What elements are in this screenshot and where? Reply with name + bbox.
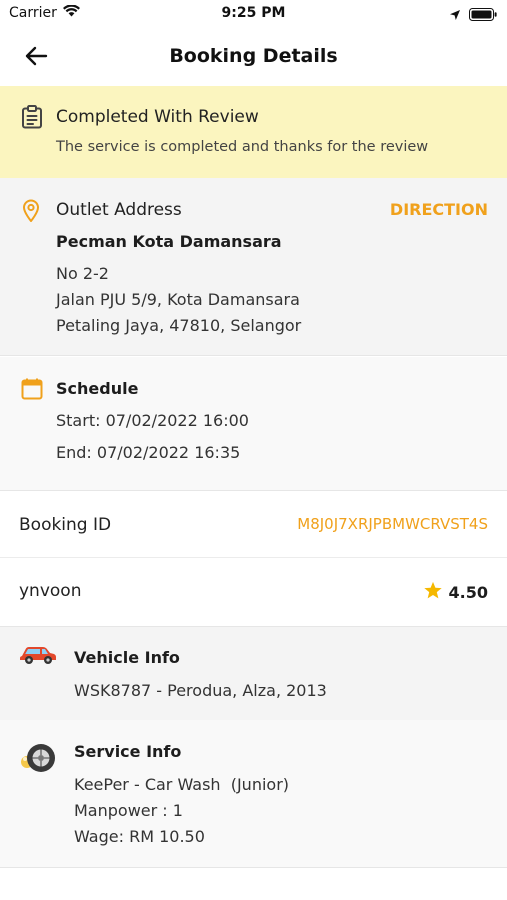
wifi-icon [62,4,80,21]
service-manpower: Manpower : 1 [74,801,183,820]
customer-row: ynvoon 4.50 [0,559,507,625]
status-message: The service is completed and thanks for … [56,139,429,155]
vehicle-details: WSK8787 - Perodua, Alza, 2013 [74,681,327,700]
schedule-end: End: 07/02/2022 16:35 [56,443,241,462]
outlet-label: Outlet Address [56,200,182,220]
schedule-label: Schedule [56,379,139,398]
page-title: Booking Details [169,45,338,67]
service-wage: Wage: RM 10.50 [74,827,205,846]
address-line-1: No 2-2 [56,264,109,283]
status-right [449,6,497,25]
outlet-name: Pecman Kota Damansara [56,232,282,251]
vehicle-label: Vehicle Info [74,648,180,667]
booking-id-label: Booking ID [19,515,112,535]
booking-id-row: Booking ID M8J0J7XRJPBMWCRVST4S [0,492,507,558]
nav-bar: Booking Details [0,30,507,86]
status-bar: Carrier 9:25 PM [0,0,507,30]
location-arrow-icon [449,6,461,25]
carrier-label: Carrier [9,5,57,21]
carrier-indicator: Carrier [9,4,80,21]
direction-link[interactable]: DIRECTION [390,200,488,219]
arrow-left-icon [24,46,48,70]
status-title: Completed With Review [56,107,259,127]
address-line-3: Petaling Jaya, 47810, Selangor [56,316,302,335]
clipboard-icon [20,105,44,129]
schedule-section: Schedule Start: 07/02/2022 16:00 End: 07… [0,357,507,491]
tire-icon [18,742,58,774]
status-banner: Completed With Review The service is com… [0,86,507,178]
vehicle-section: Vehicle Info WSK8787 - Perodua, Alza, 20… [0,626,507,720]
service-name: KeePer - Car Wash (Junior) [74,775,290,794]
car-icon [18,643,58,667]
service-label: Service Info [74,742,182,761]
outlet-section: Outlet Address DIRECTION Pecman Kota Dam… [0,178,507,356]
calendar-icon [20,377,44,401]
back-button[interactable] [20,42,52,74]
booking-id-value: M8J0J7XRJPBMWCRVST4S [297,515,488,533]
schedule-start: Start: 07/02/2022 16:00 [56,411,249,430]
battery-icon [469,6,497,25]
rating: 4.50 [423,581,488,604]
star-icon [423,581,443,604]
location-pin-icon [20,198,42,222]
customer-name: ynvoon [19,581,82,601]
address-line-2: Jalan PJU 5/9, Kota Damansara [56,290,300,309]
rating-value: 4.50 [448,583,488,602]
service-section: Service Info KeePer - Car Wash (Junior) … [0,720,507,868]
